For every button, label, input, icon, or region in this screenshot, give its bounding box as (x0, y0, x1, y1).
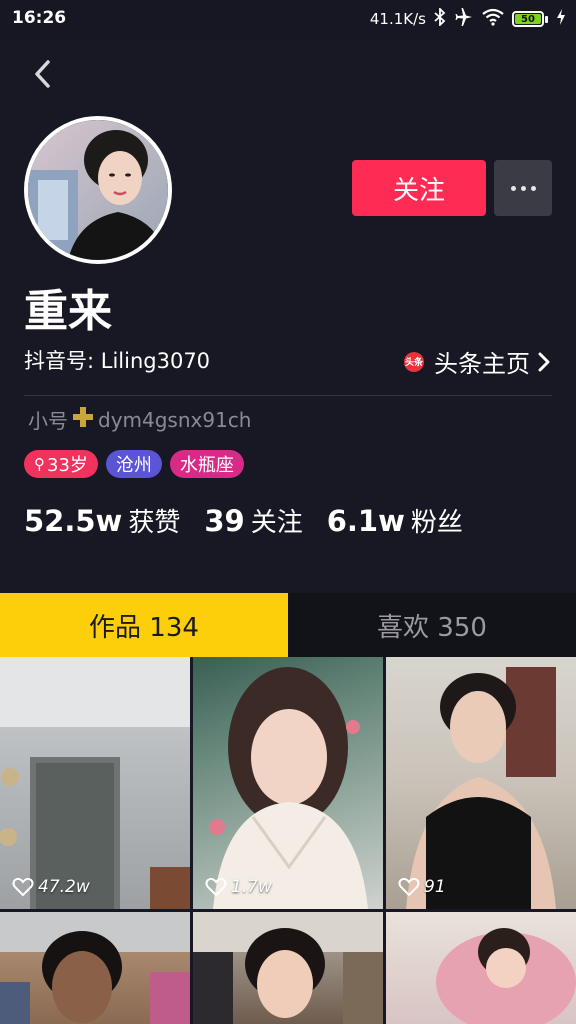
video-likes-count: 1.7w (231, 877, 272, 897)
video-thumbnail[interactable]: 91 (386, 657, 576, 909)
heart-outline-icon (398, 877, 420, 897)
likes-label: 获赞 (128, 508, 181, 538)
following-count: 39 (204, 504, 245, 538)
airplane-icon (454, 8, 474, 30)
plus-icon (71, 405, 95, 434)
female-icon: ⚲ (34, 455, 45, 473)
following-stat[interactable]: 39 关注 (204, 502, 302, 539)
video-likes: 47.2w (12, 877, 90, 897)
signature: 小号 dym4gsnx91ch (28, 405, 252, 434)
heart-outline-icon (12, 877, 34, 897)
city-tag: 沧州 (105, 450, 162, 478)
charging-icon (556, 8, 566, 30)
battery-level: 50 (515, 14, 541, 25)
divider (24, 395, 552, 396)
following-label: 关注 (250, 508, 303, 538)
likes-stat: 52.5w 获赞 (24, 502, 180, 539)
douyin-id: 抖音号: Liling3070 (24, 349, 211, 373)
video-likes-count: 47.2w (38, 877, 90, 897)
video-likes: 91 (398, 877, 446, 897)
followers-stat[interactable]: 6.1w 粉丝 (327, 502, 463, 539)
video-thumbnail[interactable]: 1.7w (193, 657, 383, 909)
video-thumbnail[interactable] (386, 912, 576, 1024)
back-button[interactable] (24, 54, 60, 94)
avatar[interactable] (24, 116, 172, 264)
more-options-button[interactable] (494, 160, 552, 216)
toutiao-logo-icon: 头条 (404, 351, 424, 372)
more-dots-icon (510, 185, 516, 191)
likes-count: 52.5w (24, 504, 123, 538)
status-icons: 41.1K/s 50 (370, 6, 566, 32)
followers-count: 6.1w (326, 504, 405, 538)
video-thumbnail[interactable] (0, 912, 190, 1024)
wifi-icon (482, 8, 504, 30)
video-thumbnail[interactable] (193, 912, 383, 1024)
heart-outline-icon (205, 877, 227, 897)
signature-suffix: dym4gsnx91ch (98, 407, 252, 432)
battery-icon: 50 (512, 11, 548, 27)
video-likes: 1.7w (205, 877, 272, 897)
zodiac-tag: 水瓶座 (169, 450, 244, 478)
follow-button[interactable]: 关注 (352, 160, 486, 216)
video-grid: 47.2w 1.7w 91 (0, 657, 576, 1024)
followers-label: 粉丝 (410, 508, 463, 538)
profile-tags: ⚲ 33岁 沧州 水瓶座 (24, 450, 244, 478)
profile-stats: 52.5w 获赞 39 关注 6.1w 粉丝 (24, 502, 487, 539)
signature-prefix: 小号 (28, 409, 68, 433)
tab-works[interactable]: 作品 134 (0, 593, 288, 657)
nickname: 重来 (24, 286, 112, 337)
chevron-right-icon (538, 352, 550, 372)
age-tag-label: 33岁 (47, 455, 88, 476)
chevron-left-icon (35, 60, 50, 88)
toutiao-link-label: 头条主页 (434, 350, 530, 378)
profile-tabs: 作品 134 喜欢 350 (0, 593, 576, 657)
video-likes-count: 91 (424, 877, 446, 897)
status-time: 16:26 (12, 8, 67, 28)
video-thumbnail[interactable]: 47.2w (0, 657, 190, 909)
bluetooth-icon (434, 6, 446, 30)
status-bar: 16:26 41.1K/s 50 (0, 0, 576, 38)
age-tag: ⚲ 33岁 (24, 450, 98, 478)
toutiao-homepage-link[interactable]: 头条 头条主页 (404, 344, 550, 379)
tab-likes[interactable]: 喜欢 350 (288, 593, 576, 657)
network-speed: 41.1K/s (369, 10, 426, 28)
